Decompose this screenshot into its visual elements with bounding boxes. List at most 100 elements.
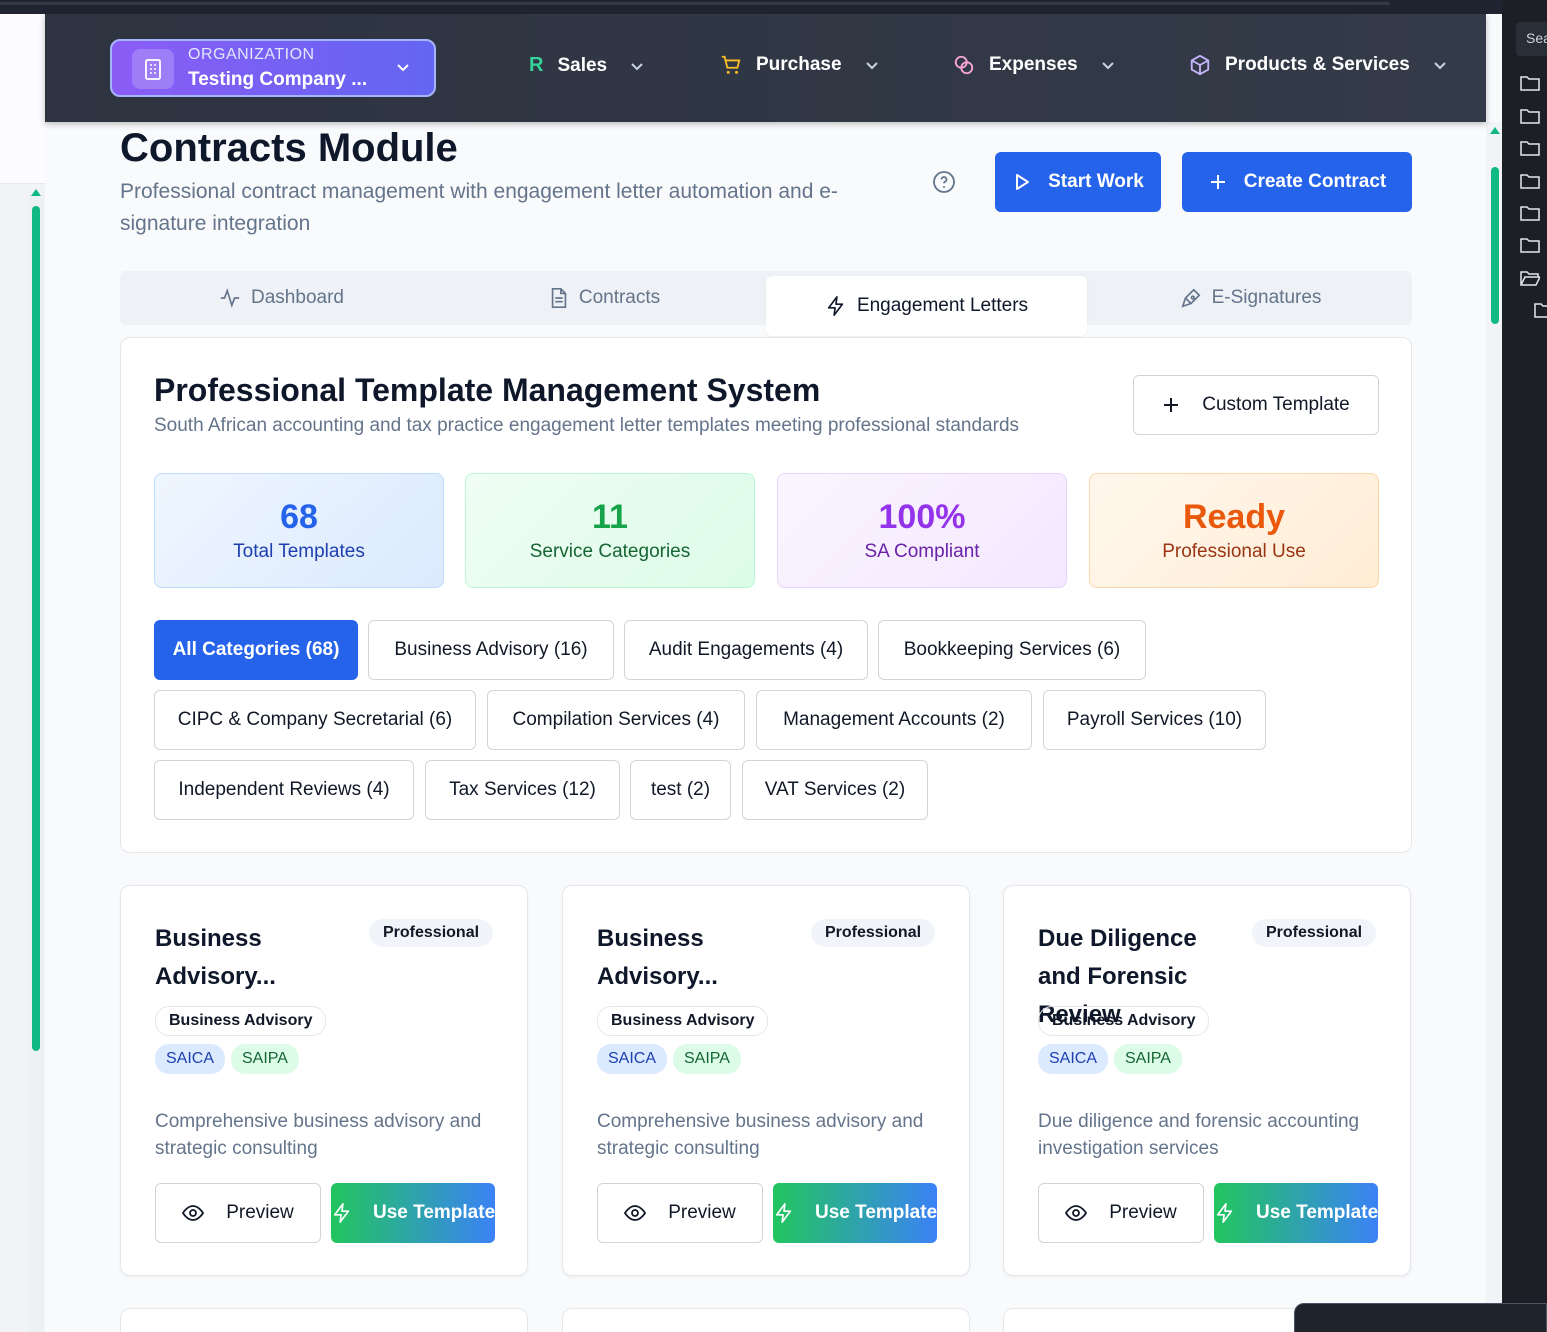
custom-template-label: Custom Template	[1202, 394, 1350, 415]
plus-icon	[1208, 172, 1228, 192]
category-payroll[interactable]: Payroll Services (10)	[1043, 690, 1266, 750]
help-circle-icon[interactable]	[932, 170, 956, 194]
nav-purchase[interactable]: Purchase	[720, 54, 880, 76]
use-template-label: Use Template	[1256, 1202, 1378, 1223]
stat-value: 100%	[878, 498, 966, 536]
folder-icon[interactable]	[1520, 237, 1540, 253]
plus-icon	[1162, 396, 1180, 414]
organization-label: ORGANIZATION	[188, 46, 315, 63]
activity-icon	[219, 287, 241, 309]
panel-description: South African accounting and tax practic…	[154, 415, 1020, 436]
card-description: Comprehensive business advisory and stra…	[597, 1111, 924, 1159]
category-compilation[interactable]: Compilation Services (4)	[487, 690, 745, 750]
eye-icon	[1065, 1205, 1088, 1221]
nav-products-label: Products & Services	[1225, 54, 1410, 75]
left-side-panel	[0, 14, 45, 1332]
play-icon	[1012, 172, 1032, 192]
top-navbar: ORGANIZATION Testing Company ... R Sales…	[45, 14, 1486, 122]
stat-service-categories: 11 Service Categories	[465, 473, 755, 588]
chevron-down-icon	[1432, 57, 1448, 73]
tab-e-signatures-label: E-Signatures	[1211, 287, 1322, 308]
start-work-button[interactable]: Start Work	[995, 152, 1161, 212]
category-bookkeeping[interactable]: Bookkeeping Services (6)	[878, 620, 1146, 680]
preview-label: Preview	[1109, 1202, 1177, 1223]
folder-icon[interactable]	[1520, 205, 1540, 221]
nav-sales[interactable]: R Sales	[529, 54, 645, 77]
page-scrollbar-track[interactable]	[1486, 122, 1502, 1332]
category-tax-services[interactable]: Tax Services (12)	[425, 760, 620, 820]
stat-label: Total Templates	[233, 541, 365, 562]
category-cipc[interactable]: CIPC & Company Secretarial (6)	[154, 690, 476, 750]
tab-contracts[interactable]: Contracts	[443, 271, 766, 325]
folder-icon[interactable]	[1520, 75, 1540, 91]
stat-total-templates: 68 Total Templates	[154, 473, 444, 588]
folder-icon[interactable]	[1520, 140, 1540, 156]
pen-tool-icon	[1180, 287, 1202, 309]
tab-engagement-label: Engagement Letters	[856, 295, 1029, 316]
organization-selector[interactable]: ORGANIZATION Testing Company ...	[110, 39, 436, 97]
preview-label: Preview	[668, 1202, 736, 1223]
nav-expenses[interactable]: Expenses	[953, 54, 1116, 76]
page-subtitle: Professional contract management with en…	[120, 180, 838, 235]
lightning-icon	[773, 1202, 795, 1224]
folder-icon[interactable]	[1520, 173, 1540, 189]
scroll-up-arrow-icon[interactable]	[1490, 127, 1500, 134]
tab-dashboard[interactable]: Dashboard	[120, 271, 443, 325]
eye-icon	[624, 1205, 647, 1221]
lightning-icon	[331, 1202, 353, 1224]
coins-icon	[953, 54, 975, 76]
create-contract-button[interactable]: Create Contract	[1182, 152, 1412, 212]
category-audit-engagements[interactable]: Audit Engagements (4)	[624, 620, 868, 680]
window-top-strip	[0, 0, 1547, 14]
template-card: Business Advisory... Professional Busine…	[120, 885, 528, 1276]
preview-button[interactable]: Preview	[1038, 1183, 1204, 1243]
category-independent-reviews[interactable]: Independent Reviews (4)	[154, 760, 414, 820]
category-management-accounts[interactable]: Management Accounts (2)	[756, 690, 1032, 750]
use-template-button[interactable]: Use Template	[331, 1183, 495, 1243]
professional-badge: Professional	[811, 919, 936, 947]
category-vat[interactable]: VAT Services (2)	[742, 760, 928, 820]
folder-icon[interactable]	[1534, 302, 1547, 318]
stat-label: Service Categories	[529, 541, 691, 562]
stat-sa-compliant: 100% SA Compliant	[777, 473, 1067, 588]
stat-label: Professional Use	[1162, 541, 1306, 562]
stat-value: 11	[592, 498, 628, 536]
preview-label: Preview	[226, 1202, 294, 1223]
use-template-button[interactable]: Use Template	[773, 1183, 937, 1243]
organization-name: Testing Company ...	[188, 69, 368, 90]
page-scrollbar-thumb[interactable]	[1491, 167, 1499, 324]
category-business-advisory[interactable]: Business Advisory (16)	[368, 620, 614, 680]
taskbar-popup	[1294, 1303, 1547, 1332]
stat-value: Ready	[1182, 498, 1286, 536]
template-card-partial	[120, 1308, 528, 1332]
tab-e-signatures[interactable]: E-Signatures	[1089, 271, 1412, 325]
chevron-down-icon	[629, 58, 645, 74]
use-template-button[interactable]: Use Template	[1214, 1183, 1378, 1243]
template-management-panel: Professional Template Management System …	[120, 337, 1412, 853]
right-explorer-panel: Sea	[1502, 0, 1547, 1332]
left-scrollbar-thumb[interactable]	[32, 206, 40, 1051]
use-template-label: Use Template	[373, 1202, 495, 1223]
nav-products-services[interactable]: Products & Services	[1189, 54, 1448, 76]
tab-engagement-letters[interactable]: Engagement Letters	[766, 276, 1087, 336]
category-test[interactable]: test (2)	[630, 760, 731, 820]
tab-dashboard-label: Dashboard	[251, 287, 344, 308]
preview-button[interactable]: Preview	[597, 1183, 763, 1243]
nav-purchase-label: Purchase	[756, 54, 842, 75]
preview-button[interactable]: Preview	[155, 1183, 321, 1243]
folder-icon[interactable]	[1520, 108, 1540, 124]
card-description: Due diligence and forensic accounting in…	[1038, 1111, 1360, 1159]
chevron-down-icon	[864, 57, 880, 73]
category-all[interactable]: All Categories (68)	[154, 620, 358, 680]
saica-tag: SAICA	[155, 1044, 226, 1074]
template-card-partial	[562, 1308, 970, 1332]
file-text-icon	[549, 287, 569, 309]
explorer-search-input[interactable]: Sea	[1516, 22, 1547, 56]
template-card: Due Diligence and Forensic Review Profes…	[1003, 885, 1411, 1276]
lightning-icon	[1214, 1202, 1236, 1224]
category-badge: Business Advisory	[597, 1006, 769, 1036]
custom-template-button[interactable]: Custom Template	[1133, 375, 1379, 435]
folder-open-icon[interactable]	[1520, 270, 1540, 286]
saica-tag: SAICA	[1038, 1044, 1109, 1074]
scroll-up-arrow-icon[interactable]	[31, 189, 41, 196]
